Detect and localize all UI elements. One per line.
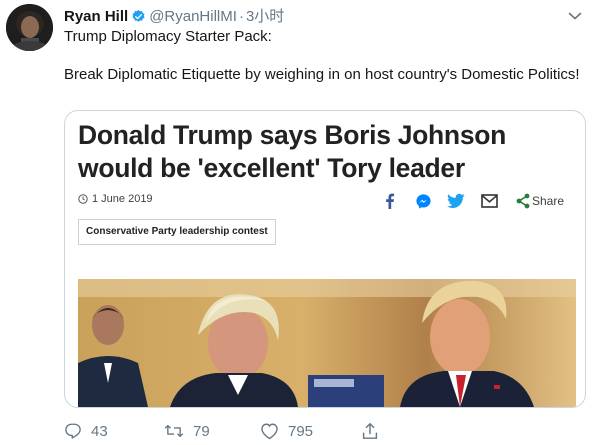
twitter-icon[interactable] (447, 193, 465, 214)
retweet-icon (164, 424, 184, 438)
retweet-count: 79 (193, 422, 210, 440)
article-headline[interactable]: Donald Trump says Boris Johnson would be… (78, 119, 573, 185)
reply-button[interactable]: 43 (64, 420, 108, 442)
facebook-icon[interactable] (383, 191, 397, 216)
heart-icon (261, 423, 278, 440)
tweet-actions: 43 79 795 (64, 420, 584, 442)
messenger-icon[interactable] (415, 193, 432, 215)
verified-badge-icon (131, 9, 146, 28)
article-photo[interactable] (78, 279, 576, 407)
separator: · (238, 8, 244, 25)
like-count: 795 (288, 422, 314, 440)
display-name[interactable]: Ryan Hill (64, 8, 128, 25)
tweet-text-line: Break Diplomatic Etiquette by weighing i… (64, 65, 580, 83)
reply-count: 43 (91, 422, 108, 440)
chevron-down-icon[interactable] (568, 8, 582, 26)
share-icon[interactable] (516, 193, 530, 214)
tweet: Ryan Hill @RyanHillMI · 3小时 Trump Diplomacy… (0, 0, 592, 445)
retweet-button[interactable]: 79 (164, 420, 210, 442)
reply-icon (65, 423, 81, 439)
share-tools: Share (65, 191, 585, 211)
tweet-share-button[interactable] (362, 420, 378, 442)
tweet-text: Trump Diplomacy Starter Pack: Break Dipl… (64, 27, 584, 84)
email-icon[interactable] (481, 194, 498, 213)
upload-icon (362, 423, 378, 439)
user-handle[interactable]: @RyanHillMI (149, 8, 237, 25)
topic-tag[interactable]: Conservative Party leadership contest (78, 219, 276, 245)
share-label[interactable]: Share (532, 194, 564, 208)
like-button[interactable]: 795 (260, 420, 313, 442)
avatar[interactable] (6, 4, 53, 51)
tweet-header: Ryan Hill @RyanHillMI · 3小时 (64, 5, 284, 25)
tweet-text-line: Trump Diplomacy Starter Pack: (64, 28, 272, 45)
link-card[interactable]: Donald Trump says Boris Johnson would be… (64, 110, 586, 408)
timestamp[interactable]: 3小时 (246, 8, 284, 25)
